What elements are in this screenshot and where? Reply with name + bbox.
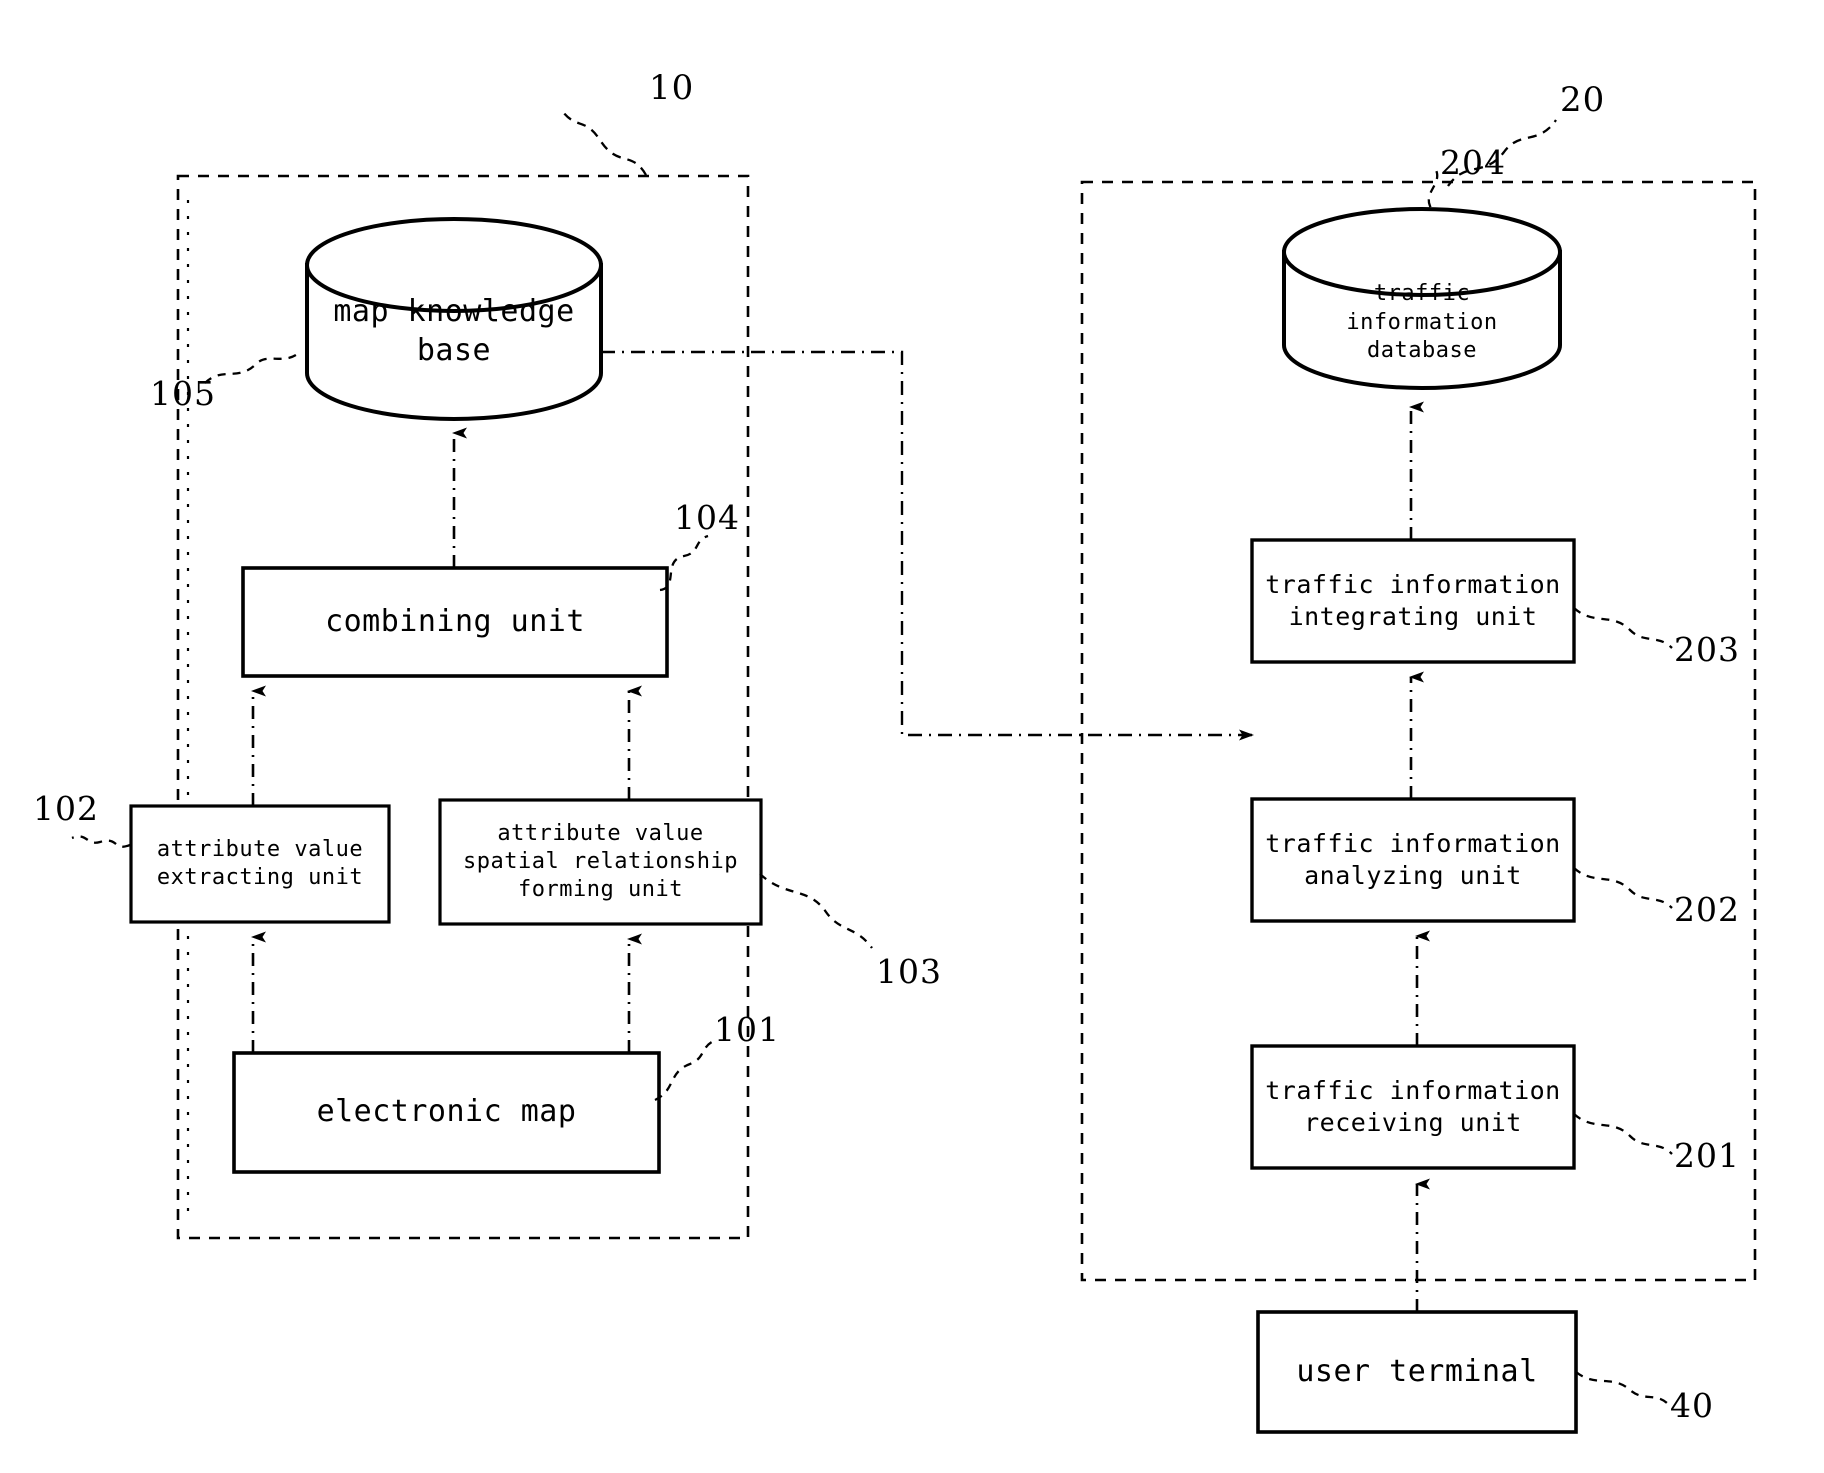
ref-numeral-104: 104 [674,498,740,537]
combining-unit-box [241,566,669,678]
ref-leader-102 [71,835,131,848]
ref-leader-103 [759,873,873,949]
traffic-information-database-cylinder [1282,207,1562,390]
ref-numeral-10: 10 [649,68,695,108]
ref-numeral-103: 103 [876,952,942,991]
ref-leader-201 [1573,1113,1673,1155]
ref-numeral-20: 20 [1560,80,1606,120]
ref-leader-101 [654,1038,717,1102]
electronic-map-box [232,1051,661,1174]
traffic-information-integrating-unit-box [1250,538,1576,664]
map-knowledge-base-cylinder [305,217,603,421]
attribute-value-spatial-relationship-forming-unit-box [438,798,763,926]
ref-leader-40 [1575,1371,1669,1405]
ref-leader-105 [204,351,301,384]
ref-numeral-40: 40 [1670,1386,1714,1425]
patent-figure: map knowledge base combining unit attrib… [0,0,1824,1473]
diagram-canvas [71,107,1757,1434]
ref-numeral-204: 204 [1440,143,1506,182]
ref-numeral-203: 203 [1674,630,1740,669]
ref-numeral-105: 105 [150,374,216,413]
ref-numeral-202: 202 [1674,890,1740,929]
ref-numeral-101: 101 [714,1010,780,1049]
ref-numeral-201: 201 [1674,1136,1740,1175]
traffic-information-receiving-unit-box [1250,1044,1576,1170]
traffic-information-analyzing-unit-box [1250,797,1576,923]
ref-leader-10 [559,107,648,176]
ref-leader-203 [1573,607,1673,649]
ref-numeral-102: 102 [33,789,99,828]
ref-leader-202 [1573,867,1673,909]
attribute-value-extracting-unit-box [129,804,391,924]
user-terminal-box [1256,1310,1578,1434]
